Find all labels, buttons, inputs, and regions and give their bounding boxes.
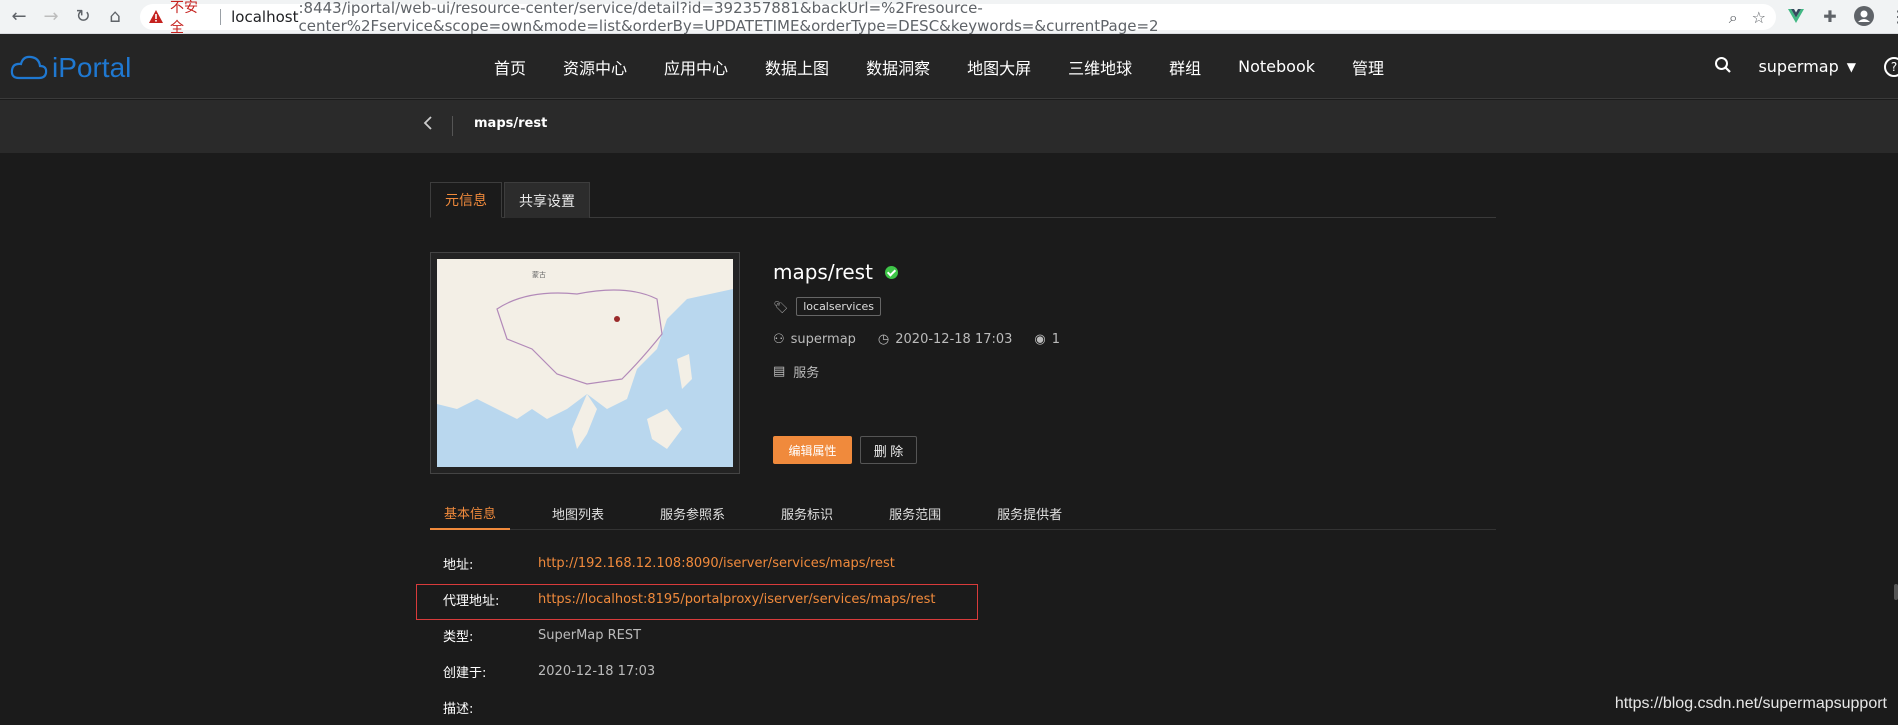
app-header: iPortal 首页 资源中心 应用中心 数据上图 数据洞察 地图大屏 三维地球…	[0, 34, 1898, 99]
extensions-icon[interactable]: ✚	[1820, 6, 1840, 26]
breadcrumb: maps/rest	[0, 100, 1898, 153]
edit-properties-button[interactable]: 编辑属性	[773, 436, 852, 464]
tab-basic-info[interactable]: 基本信息	[430, 496, 511, 530]
info-tabs: 基本信息 地图列表 服务参照系 服务标识 服务范围 服务提供者	[430, 496, 1496, 530]
created-time: 2020-12-18 17:03	[895, 332, 1013, 347]
owner-name: supermap	[790, 332, 856, 347]
tab-share-settings[interactable]: 共享设置	[504, 182, 590, 218]
info-label: 创建于:	[443, 665, 487, 681]
tab-service-id[interactable]: 服务标识	[767, 496, 847, 530]
vue-devtools-icon[interactable]	[1786, 6, 1806, 26]
tab-crs[interactable]: 服务参照系	[646, 496, 739, 530]
nav-notebook[interactable]: Notebook	[1238, 57, 1315, 76]
check-circle-icon	[884, 265, 898, 279]
forward-arrow-icon[interactable]: →	[38, 4, 64, 30]
tab-meta-info[interactable]: 元信息	[430, 182, 502, 218]
logo[interactable]: iPortal	[10, 52, 131, 84]
logo-text: iPortal	[52, 52, 132, 83]
meta-info-row: ⚇ supermap ◷ 2020-12-18 17:03 ◉ 1	[773, 332, 1066, 347]
basic-info-list: 地址: http://192.168.12.108:8090/iserver/s…	[430, 545, 1496, 725]
view-count: 1	[1051, 332, 1061, 347]
info-row-address: 地址: http://192.168.12.108:8090/iserver/s…	[430, 545, 1496, 581]
user-icon: ⚇	[773, 332, 785, 347]
address-bar[interactable]: 不安全 localhost:8443/iportal/web-ui/resour…	[140, 0, 1776, 36]
main-nav: 首页 资源中心 应用中心 数据上图 数据洞察 地图大屏 三维地球 群组 Note…	[494, 34, 1421, 99]
url-path: :8443/iportal/web-ui/resource-center/ser…	[298, 0, 1159, 35]
tab-map-list[interactable]: 地图列表	[538, 496, 618, 530]
separator	[220, 9, 222, 25]
address-link[interactable]: http://192.168.12.108:8090/iserver/servi…	[538, 556, 895, 571]
nav-map-dashboard[interactable]: 地图大屏	[967, 55, 1031, 79]
caret-down-icon[interactable]: ▼	[1847, 60, 1856, 74]
user-menu[interactable]: supermap	[1758, 57, 1838, 76]
info-label: 地址:	[443, 557, 474, 573]
tag-row: 🏷 localservices	[773, 297, 881, 316]
nav-data-map[interactable]: 数据上图	[765, 55, 829, 79]
url-host: localhost	[231, 8, 299, 26]
info-value: SuperMap REST	[538, 627, 642, 643]
annotation-highlight-box	[416, 584, 978, 620]
nav-data-insight[interactable]: 数据洞察	[866, 55, 930, 79]
warning-icon	[148, 9, 164, 25]
reload-icon[interactable]: ↻	[70, 4, 96, 30]
nav-resource-center[interactable]: 资源中心	[563, 55, 627, 79]
tab-service-extent[interactable]: 服务范围	[875, 496, 955, 530]
insecure-label: 不安全	[170, 0, 198, 36]
clock-icon: ◷	[877, 332, 890, 347]
profile-icon[interactable]	[1854, 6, 1874, 26]
nav-admin[interactable]: 管理	[1352, 55, 1384, 79]
zoom-icon[interactable]: ⌕	[1729, 8, 1738, 28]
delete-button[interactable]: 删 除	[860, 436, 917, 464]
search-icon[interactable]	[1714, 56, 1732, 78]
server-icon: ▤	[773, 364, 786, 379]
help-icon[interactable]: ?	[1884, 56, 1898, 77]
type-row: ▤ 服务	[773, 362, 819, 381]
info-row-type: 类型: SuperMap REST	[430, 617, 1496, 653]
info-label: 描述:	[443, 701, 474, 717]
browser-toolbar: ← → ↻ ⌂ 不安全 localhost:8443/iportal/web-u…	[0, 0, 1898, 36]
resource-title-text: maps/rest	[773, 260, 873, 284]
svg-text:蒙古: 蒙古	[532, 270, 546, 279]
info-label: 类型:	[443, 629, 474, 645]
cloud-icon	[10, 55, 48, 80]
watermark: https://blog.csdn.net/supermapsupport	[1614, 695, 1887, 712]
back-arrow-icon[interactable]: ←	[6, 4, 32, 30]
chevron-left-icon[interactable]	[422, 114, 442, 138]
page-title: maps/rest	[474, 116, 548, 131]
bookmark-star-icon[interactable]: ☆	[1752, 8, 1766, 28]
nav-3d-globe[interactable]: 三维地球	[1068, 55, 1132, 79]
map-thumbnail: 蒙古	[430, 252, 740, 474]
divider	[452, 116, 453, 136]
nav-groups[interactable]: 群组	[1169, 55, 1201, 79]
tag-icon: 🏷	[773, 299, 789, 314]
eye-icon: ◉	[1034, 332, 1046, 347]
resource-type: 服务	[793, 366, 820, 381]
home-icon[interactable]: ⌂	[102, 4, 128, 30]
scrollbar[interactable]	[1894, 584, 1898, 600]
nav-home[interactable]: 首页	[494, 55, 526, 79]
resource-title: maps/rest	[773, 260, 898, 284]
top-tabs: 元信息 共享设置	[430, 182, 1496, 218]
info-row-description: 描述:	[430, 689, 1496, 725]
menu-icon[interactable]: ⋮	[1888, 6, 1898, 26]
info-value: 2020-12-18 17:03	[538, 663, 656, 679]
tag-badge[interactable]: localservices	[796, 297, 881, 316]
map-image: 蒙古	[437, 259, 733, 467]
info-row-created: 创建于: 2020-12-18 17:03	[430, 653, 1496, 689]
nav-app-center[interactable]: 应用中心	[664, 55, 728, 79]
tab-service-provider[interactable]: 服务提供者	[983, 496, 1076, 530]
